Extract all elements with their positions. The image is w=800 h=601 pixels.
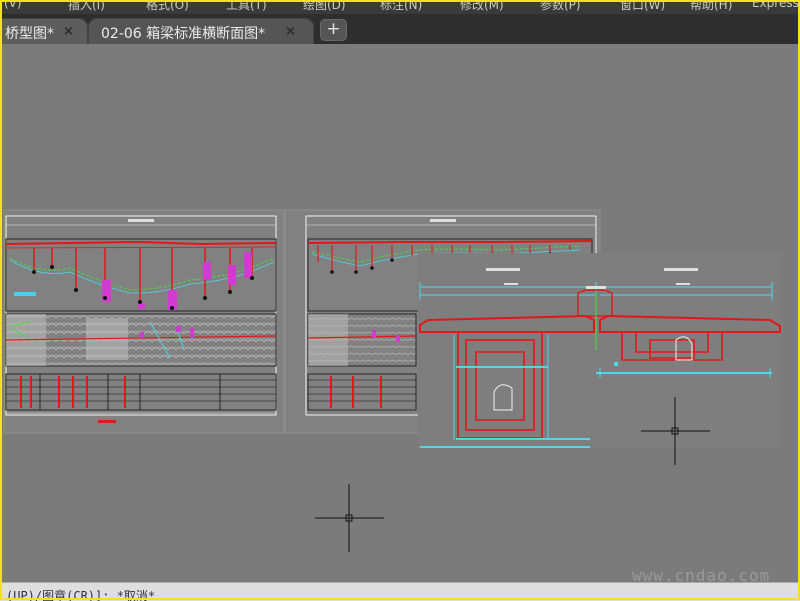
menu-item-window[interactable]: 窗口(W) <box>620 0 665 13</box>
menu-item-format[interactable]: 格式(O) <box>146 0 189 13</box>
crosshair-cursor-icon <box>315 484 384 552</box>
menu-item-tools[interactable]: 工具(T) <box>226 0 267 13</box>
document-tab-bar: 桥型图* × 02-06 箱梁标准横断面图* × <box>0 14 800 44</box>
menu-bar: (V) 插入(I) 格式(O) 工具(T) 绘图(D) 标注(N) 修改(M) … <box>0 0 800 14</box>
command-line-text: (UP)/图章(CR)]: *取消* <box>6 589 156 601</box>
watermark-text: www.cndao.com <box>632 566 771 585</box>
tab-bridge-layout[interactable]: 桥型图* × <box>0 18 88 44</box>
menu-item-dimension[interactable]: 标注(N) <box>380 0 422 13</box>
drawing-canvas[interactable] <box>0 44 800 582</box>
menu-item-modify[interactable]: 修改(M) <box>460 0 504 13</box>
menu-item-draw[interactable]: 绘图(D) <box>303 0 346 13</box>
tab-box-girder-section[interactable]: 02-06 箱梁标准横断面图* × <box>88 18 314 44</box>
close-icon[interactable]: × <box>285 24 296 39</box>
menu-item-parametric[interactable]: 参数(P) <box>540 0 581 13</box>
box-girder-section-drawing <box>418 253 782 448</box>
tab-label: 02-06 箱梁标准横断面图* <box>101 26 266 42</box>
close-icon[interactable]: × <box>63 24 74 39</box>
menu-item-express[interactable]: Express <box>752 0 799 10</box>
tab-label: 桥型图* <box>5 26 54 42</box>
menu-item-help[interactable]: 帮助(H) <box>690 0 732 13</box>
menu-item-view[interactable]: (V) <box>4 0 22 10</box>
drawing-sheet-1 <box>3 209 285 434</box>
menu-item-insert[interactable]: 插入(I) <box>68 0 105 13</box>
drawing-viewport <box>3 209 782 552</box>
new-tab-button[interactable]: + <box>320 19 347 41</box>
